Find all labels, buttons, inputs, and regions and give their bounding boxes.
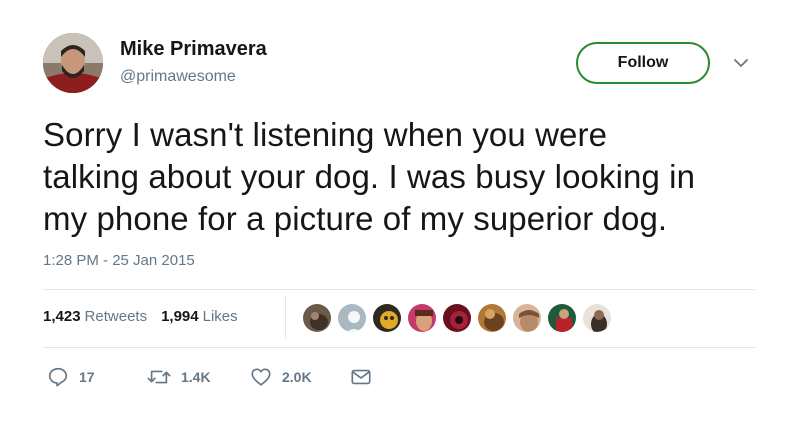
divider <box>43 347 755 348</box>
divider <box>43 289 755 290</box>
liker-avatar[interactable] <box>476 302 508 334</box>
stats-separator <box>285 296 286 338</box>
user-handle[interactable]: @primawesome <box>120 68 236 86</box>
liker-avatar[interactable] <box>581 302 613 334</box>
likes-label[interactable]: Likes <box>203 308 238 325</box>
engagement-stats: 1,423 Retweets 1,994 Likes <box>43 308 238 325</box>
profile-photo-icon <box>548 304 576 332</box>
retweets-count[interactable]: 1,423 <box>43 308 81 325</box>
tweet-timestamp[interactable]: 1:28 PM - 25 Jan 2015 <box>43 252 195 269</box>
tweet-text-line: Sorry I wasn't listening when you were <box>43 116 608 153</box>
reply-button[interactable]: 17 <box>47 366 95 388</box>
profile-photo-icon <box>43 33 103 93</box>
like-count: 2.0K <box>282 369 312 385</box>
avatar[interactable] <box>43 33 103 93</box>
liker-avatar[interactable] <box>336 302 368 334</box>
likes-count[interactable]: 1,994 <box>161 308 199 325</box>
tweet-card: Mike Primavera @primawesome Follow Sorry… <box>0 0 800 422</box>
profile-photo-icon <box>478 304 506 332</box>
chevron-down-icon[interactable] <box>733 58 749 68</box>
reply-icon <box>48 367 68 387</box>
profile-photo-icon <box>443 304 471 332</box>
profile-photo-icon <box>408 304 436 332</box>
liker-avatar[interactable] <box>301 302 333 334</box>
user-name[interactable]: Mike Primavera <box>120 38 267 61</box>
tweet-text-line: my phone for a picture of my superior do… <box>43 200 668 237</box>
default-avatar-icon <box>338 304 366 332</box>
liker-avatar[interactable] <box>511 302 543 334</box>
retweets-label[interactable]: Retweets <box>85 308 148 325</box>
heart-icon <box>251 368 271 386</box>
follow-button[interactable]: Follow <box>576 42 710 84</box>
direct-message-button[interactable] <box>350 366 372 388</box>
profile-photo-icon <box>373 304 401 332</box>
profile-photo-icon <box>583 304 611 332</box>
profile-photo-icon <box>513 304 541 332</box>
retweet-icon <box>147 370 171 384</box>
liker-avatar[interactable] <box>546 302 578 334</box>
envelope-icon <box>351 369 371 385</box>
reply-count: 17 <box>79 369 95 385</box>
like-button[interactable]: 2.0K <box>250 366 312 388</box>
liker-avatar[interactable] <box>371 302 403 334</box>
liker-avatar[interactable] <box>406 302 438 334</box>
profile-photo-icon <box>303 304 331 332</box>
liker-avatar[interactable] <box>441 302 473 334</box>
retweet-button[interactable]: 1.4K <box>147 366 211 388</box>
retweet-count: 1.4K <box>181 369 211 385</box>
tweet-text: Sorry I wasn't listening when you were t… <box>43 114 763 240</box>
tweet-text-line: talking about your dog. I was busy looki… <box>43 158 696 195</box>
